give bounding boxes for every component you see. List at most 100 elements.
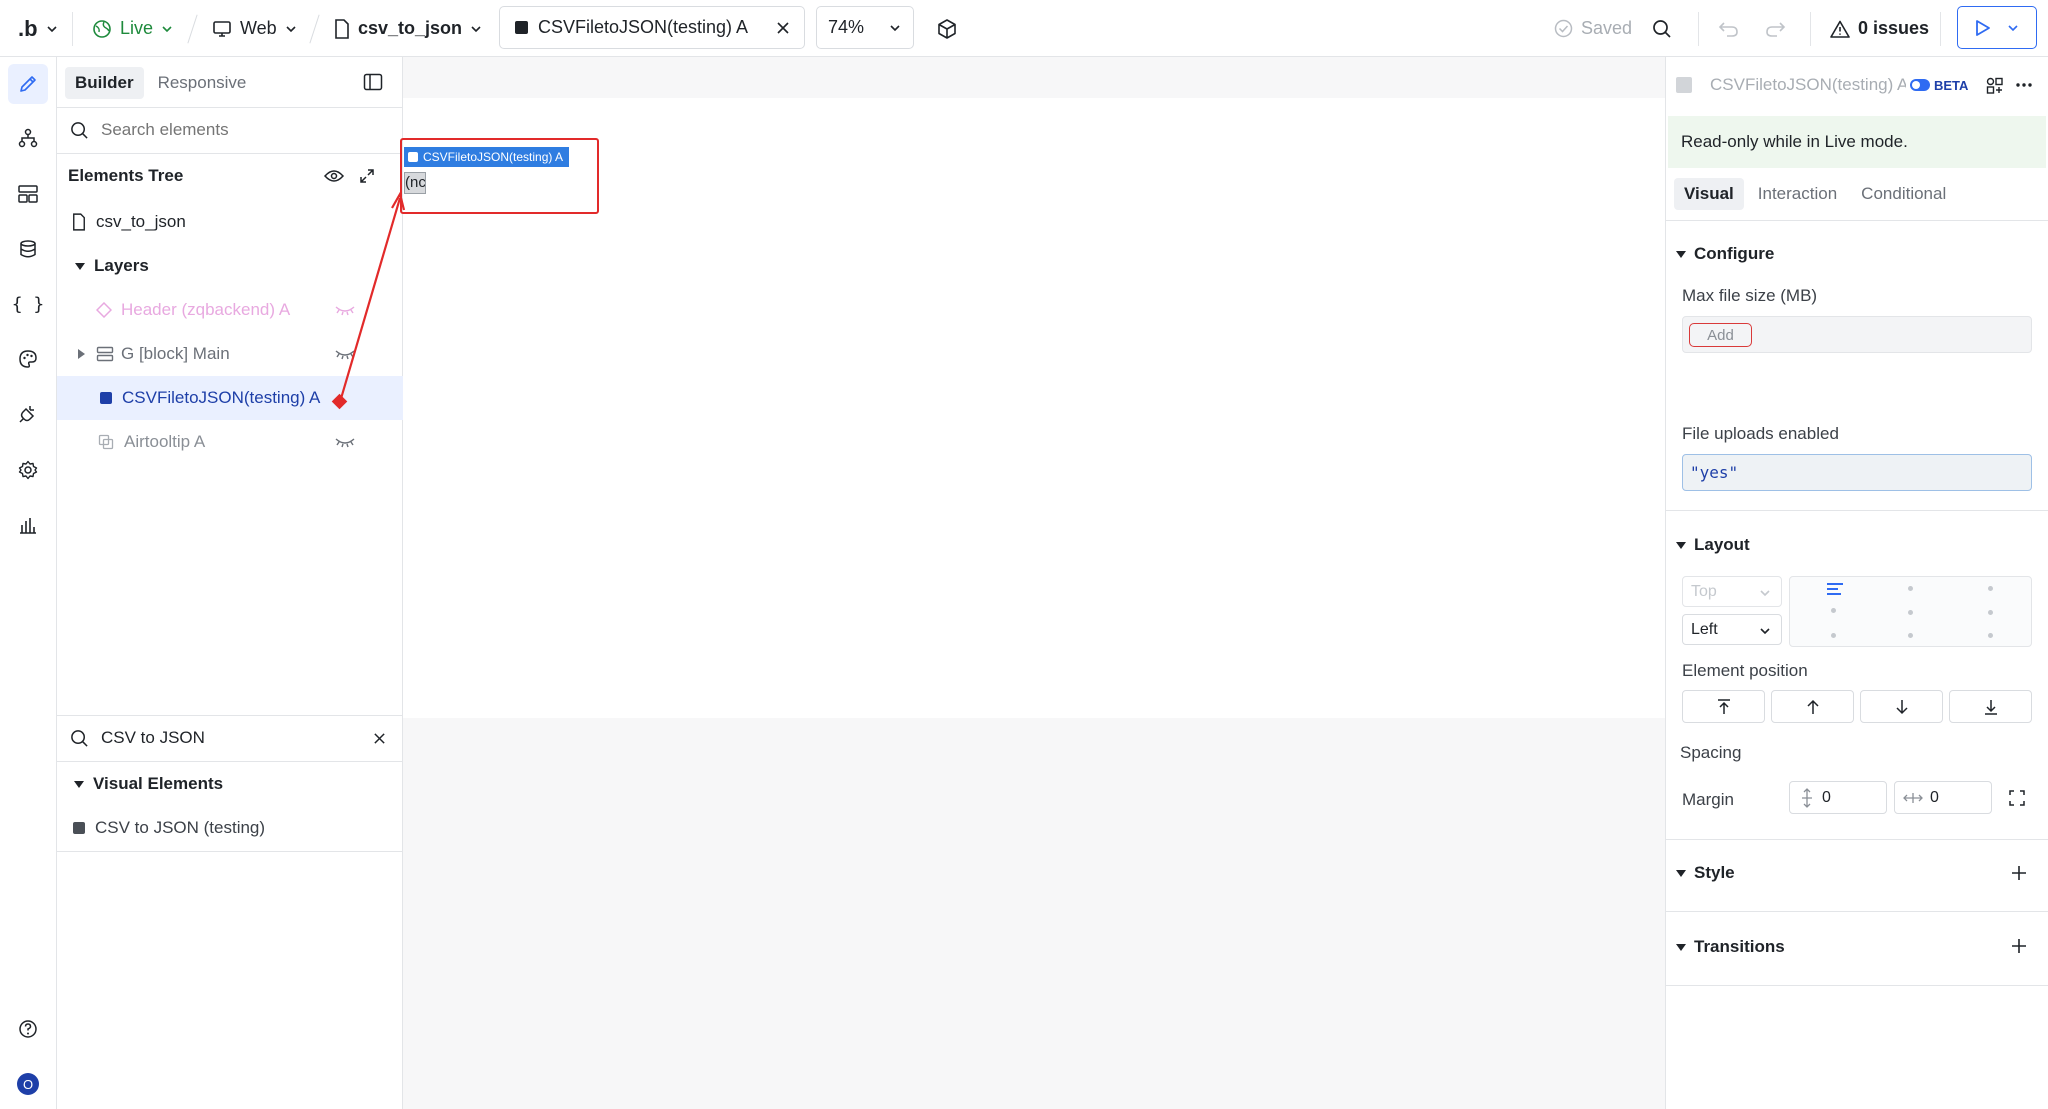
rail-tree[interactable] <box>8 118 48 158</box>
block-icon <box>96 346 114 362</box>
help-icon <box>19 1020 37 1038</box>
component-square-icon <box>73 822 85 834</box>
component-square-icon <box>408 152 418 162</box>
layer-label: Header (zqbackend) A <box>121 300 291 319</box>
component-tab[interactable]: CSVFiletoJSON(testing) A <box>499 6 805 49</box>
eye-closed-icon[interactable] <box>335 436 355 448</box>
redo-button[interactable] <box>1764 0 1786 57</box>
page-name: csv_to_json <box>358 18 463 38</box>
cube-icon <box>938 18 956 39</box>
vertical-spacing-icon <box>1802 787 1812 808</box>
preview-button[interactable] <box>1957 6 2037 49</box>
arrow-to-top-icon <box>1717 698 1730 714</box>
readonly-notice: Read-only while in Live mode. <box>1668 116 2046 168</box>
platform-selector[interactable]: Web <box>212 0 297 57</box>
component-square-icon <box>515 21 528 34</box>
visual-element-item[interactable]: CSV to JSON (testing) <box>57 806 403 850</box>
tooltip-icon <box>98 434 114 450</box>
saved-label: Saved <box>1581 18 1633 38</box>
alignment-grid[interactable] <box>1789 576 2032 647</box>
rail-help[interactable] <box>8 1009 48 1049</box>
3d-view-button[interactable] <box>936 0 958 57</box>
close-icon[interactable] <box>776 21 790 35</box>
plus-icon[interactable] <box>2011 865 2027 881</box>
position-top-button[interactable] <box>1682 690 1765 723</box>
configure-label: Configure <box>1694 244 1775 263</box>
caret-down-icon <box>1676 541 1686 549</box>
max-file-size-field[interactable]: Add <box>1682 316 2032 353</box>
margin-vertical-value: 0 <box>1822 788 1831 806</box>
component-search-input[interactable]: CSV to JSON <box>101 728 205 748</box>
environment-label: Live <box>120 18 154 38</box>
file-uploads-field[interactable]: "yes" <box>1682 454 2032 491</box>
zoom-selector[interactable]: 74% <box>816 6 914 49</box>
page-selector[interactable]: csv_to_json <box>334 0 482 57</box>
position-bottom-button[interactable] <box>1949 690 2032 723</box>
plus-icon[interactable] <box>2011 938 2027 954</box>
position-down-button[interactable] <box>1860 690 1943 723</box>
position-up-button[interactable] <box>1771 690 1854 723</box>
tab-conditional[interactable]: Conditional <box>1851 178 1956 210</box>
component-grid-icon[interactable] <box>1986 77 2003 94</box>
rail-layouts[interactable] <box>8 174 48 214</box>
zoom-level: 74% <box>828 17 865 37</box>
tree-page-label: csv_to_json <box>96 212 186 231</box>
layer-label: CSVFiletoJSON(testing) A <box>122 388 321 407</box>
issues-button[interactable]: 0 issues <box>1830 0 1929 57</box>
visual-elements-header[interactable]: Visual Elements <box>57 762 403 806</box>
visual-elements-label: Visual Elements <box>93 774 224 793</box>
rail-code[interactable]: { } <box>8 284 48 324</box>
right-panel: CSVFiletoJSON(testing) A BETA Read-only … <box>1665 57 2048 1109</box>
arrow-down-icon <box>1895 699 1908 714</box>
chevron-down-icon <box>286 25 296 32</box>
margin-horizontal-input[interactable]: 0 <box>1894 781 1992 814</box>
icon-rail: { } O <box>0 57 57 1109</box>
tab-visual[interactable]: Visual <box>1674 178 1744 210</box>
tab-interaction[interactable]: Interaction <box>1748 178 1847 210</box>
spacing-label: Spacing <box>1680 743 1742 762</box>
tab-builder[interactable]: Builder <box>65 67 144 99</box>
chevron-down-icon <box>162 25 172 32</box>
layout-section[interactable]: Layout <box>1676 535 1750 555</box>
expand-corners-icon[interactable] <box>2009 790 2025 806</box>
horizontal-align-select[interactable]: Left <box>1682 614 1782 645</box>
selection-tag[interactable]: CSVFiletoJSON(testing) A <box>404 147 570 167</box>
tab-responsive[interactable]: Responsive <box>148 67 257 99</box>
margin-vertical-input[interactable]: 0 <box>1789 781 1887 814</box>
layer-item[interactable]: Airtooltip A <box>57 420 403 464</box>
transitions-section[interactable]: Transitions <box>1676 937 1785 957</box>
undo-button[interactable] <box>1718 0 1740 57</box>
chevron-down-icon <box>890 25 900 32</box>
rail-data[interactable] <box>8 229 48 269</box>
elements-tree-title: Elements Tree <box>68 166 184 185</box>
rail-plugins[interactable] <box>8 394 48 434</box>
close-icon[interactable] <box>373 732 386 745</box>
rail-analytics[interactable] <box>8 505 48 545</box>
rail-settings[interactable] <box>8 450 48 490</box>
bar-chart-icon <box>20 518 36 534</box>
search-elements-input[interactable] <box>101 120 361 140</box>
chevron-down-icon <box>46 25 57 32</box>
layer-label: G [block] Main <box>121 344 230 363</box>
undo-icon <box>1718 21 1738 37</box>
configure-section[interactable]: Configure <box>1676 244 1774 264</box>
rail-theme[interactable] <box>8 339 48 379</box>
add-button[interactable]: Add <box>1689 323 1752 347</box>
beta-badge[interactable]: BETA <box>1910 73 1968 97</box>
rail-builder[interactable] <box>8 64 48 104</box>
user-avatar[interactable]: O <box>8 1064 48 1104</box>
caret-down-icon <box>74 780 84 788</box>
layer-label: Airtooltip A <box>124 432 206 451</box>
issues-label: 0 issues <box>1858 18 1930 38</box>
more-icon[interactable] <box>2015 82 2033 88</box>
logo-menu[interactable]: .b <box>18 0 58 57</box>
environment-selector[interactable]: Live <box>92 0 173 57</box>
saved-status: Saved <box>1554 0 1632 57</box>
top-bar: .b Live Web csv_to_json CSVFiletoJSON(te… <box>0 0 2048 57</box>
search-button[interactable] <box>1652 0 1672 57</box>
pencil-icon <box>20 76 36 92</box>
sidebar-toggle-icon[interactable] <box>363 73 383 91</box>
vertical-align-select[interactable]: Top <box>1682 576 1782 607</box>
style-section[interactable]: Style <box>1676 863 1735 883</box>
logo: .b <box>18 15 38 41</box>
